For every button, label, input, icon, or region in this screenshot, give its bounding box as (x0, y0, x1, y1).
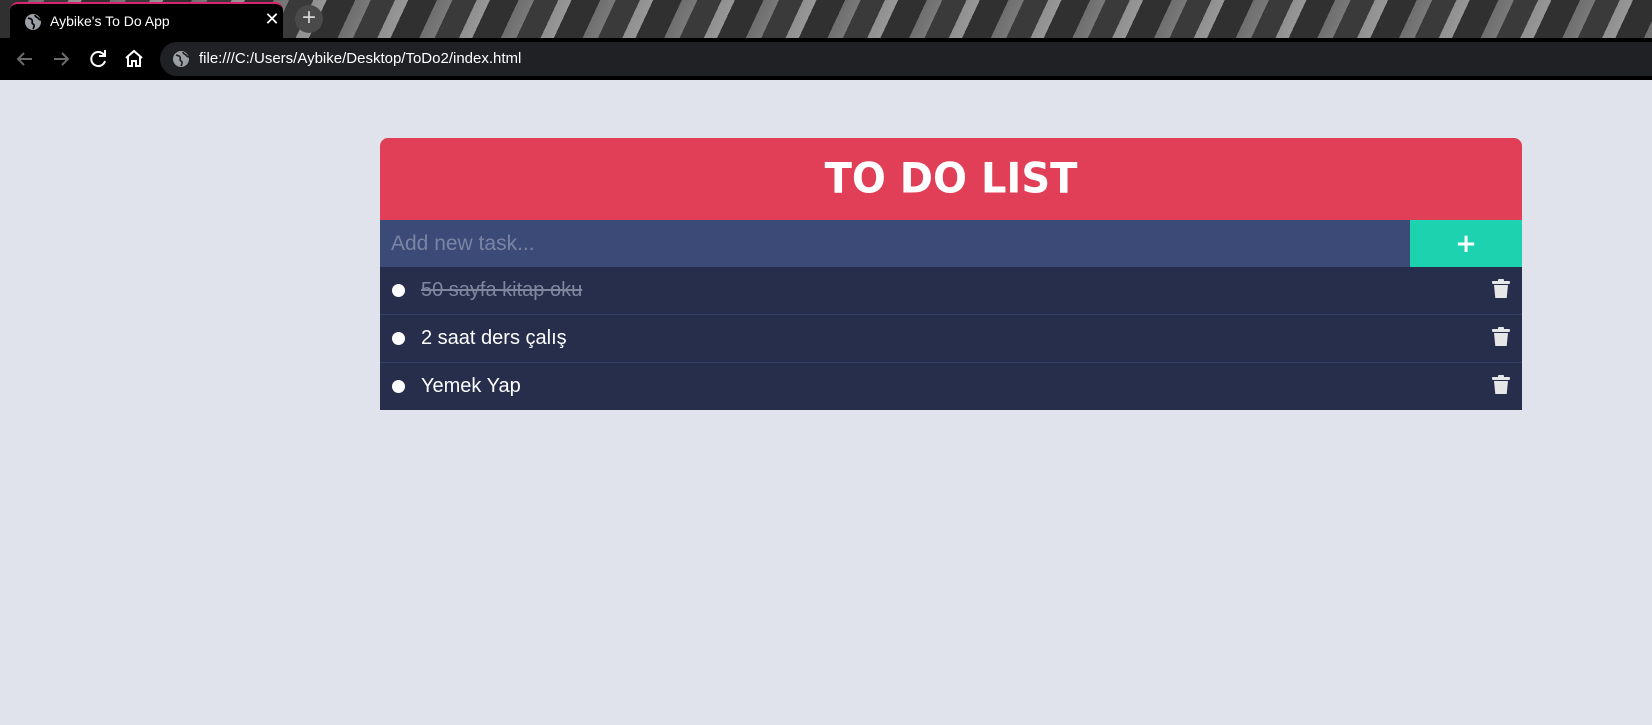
bullet-icon (392, 380, 405, 393)
todo-header: TO DO LIST (380, 138, 1522, 220)
add-task-button[interactable]: + (1410, 220, 1522, 267)
task-text[interactable]: 50 sayfa kitap oku (421, 279, 582, 302)
address-url[interactable]: file:///C:/Users/Aybike/Desktop/ToDo2/in… (199, 50, 521, 67)
new-tab-button[interactable]: + (295, 5, 323, 33)
tab-title: Aybike's To Do App (50, 13, 170, 29)
list-item[interactable]: 50 sayfa kitap oku (380, 267, 1522, 315)
back-arrow-icon[interactable] (13, 47, 37, 71)
tab-close-icon[interactable]: ✕ (262, 9, 282, 29)
browser-toolbar: file:///C:/Users/Aybike/Desktop/ToDo2/in… (0, 38, 1652, 80)
reload-icon[interactable] (86, 47, 110, 71)
bullet-icon (392, 284, 405, 297)
globe-icon (24, 13, 42, 31)
trash-icon[interactable] (1492, 327, 1510, 347)
todo-card: TO DO LIST + 50 sayfa kitap oku 2 saat d… (380, 138, 1522, 410)
new-task-input[interactable] (380, 220, 1410, 267)
list-item[interactable]: 2 saat ders çalış (380, 315, 1522, 363)
trash-icon[interactable] (1492, 375, 1510, 395)
list-item[interactable]: Yemek Yap (380, 363, 1522, 410)
new-task-row: + (380, 220, 1522, 267)
forward-arrow-icon[interactable] (49, 47, 73, 71)
task-list: 50 sayfa kitap oku 2 saat ders çalış Yem… (380, 267, 1522, 410)
task-text[interactable]: Yemek Yap (421, 375, 521, 398)
browser-tab-strip: Aybike's To Do App ✕ + (0, 0, 1652, 38)
site-info-icon[interactable] (172, 50, 190, 68)
page-title: TO DO LIST (824, 154, 1078, 204)
task-text[interactable]: 2 saat ders çalış (421, 327, 567, 350)
address-bar[interactable]: file:///C:/Users/Aybike/Desktop/ToDo2/in… (160, 42, 1652, 76)
bullet-icon (392, 332, 405, 345)
browser-tab[interactable]: Aybike's To Do App ✕ (10, 2, 283, 38)
trash-icon[interactable] (1492, 279, 1510, 299)
home-icon[interactable] (122, 47, 146, 71)
